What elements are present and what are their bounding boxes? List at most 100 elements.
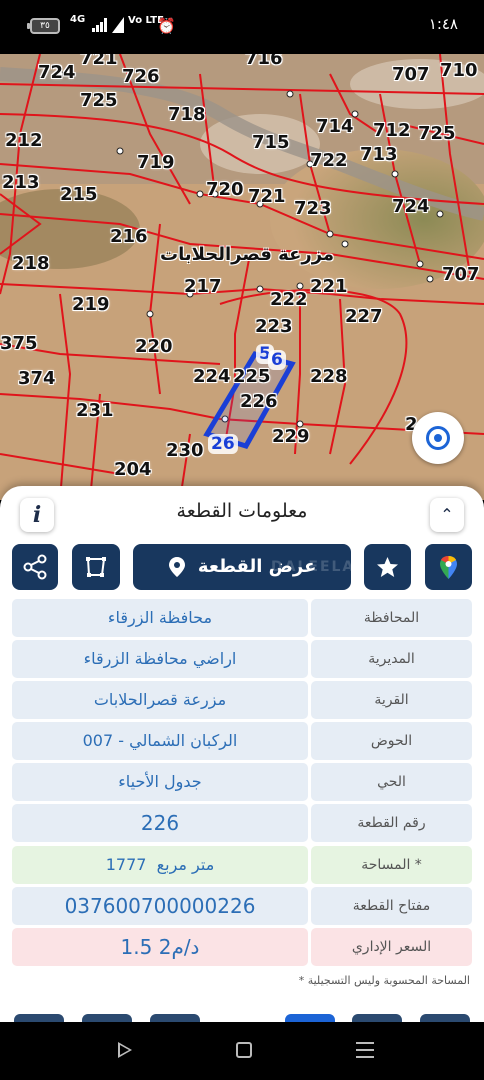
plot-number-label: رقم القطعة <box>311 804 472 843</box>
district-value: جدول الأحياء <box>12 763 308 802</box>
plot-label[interactable]: 716 <box>245 54 283 69</box>
governorate-label: المحافظة <box>311 599 472 637</box>
view-plot-label: عرض القطعة <box>197 556 317 577</box>
area-value: 1777 متر مربع <box>12 845 308 884</box>
row-plot-key: 037600700000226 مفتاح القطعة <box>12 886 472 925</box>
row-governorate: محافظة الزرقاء المحافظة <box>12 599 472 637</box>
row-admin-price: 1.5 د/م2 السعر الإداري <box>12 927 472 966</box>
plot-label[interactable]: 229 <box>272 426 310 447</box>
action-bar: DALEELAQAR عرض القطعة <box>0 544 484 592</box>
highlight-plot-label[interactable]: 26 <box>208 434 238 454</box>
plot-label[interactable]: 725 <box>80 90 118 111</box>
view-plot-button[interactable]: DALEELAQAR عرض القطعة <box>133 544 393 590</box>
locate-icon <box>426 426 450 450</box>
village-label: القرية <box>311 681 472 720</box>
panel-title: معلومات القطعة <box>176 500 308 522</box>
plot-label[interactable]: 723 <box>294 198 332 219</box>
google-maps-icon <box>440 556 457 579</box>
village-value: مزرعة قصرالحلابات <box>12 681 308 720</box>
plot-key-value: 037600700000226 <box>12 886 308 925</box>
plot-label[interactable]: 719 <box>137 152 175 173</box>
plot-label[interactable]: 216 <box>110 226 148 247</box>
status-bar: ٣٥ 4G Vo LTE ⏰ ١:٤٨ <box>0 0 484 54</box>
map-view[interactable]: مزرعة قصرالحلابات 724 721 726 716 707 71… <box>0 54 484 500</box>
plot-label[interactable]: 225 <box>233 366 271 387</box>
plot-label[interactable]: 204 <box>114 459 152 480</box>
basin-label: الحوض <box>311 722 472 761</box>
plot-label[interactable]: 714 <box>316 116 354 137</box>
share-button[interactable] <box>12 544 58 590</box>
battery-icon: ٣٥ <box>27 18 60 34</box>
plot-label[interactable]: 219 <box>72 294 110 315</box>
home-icon[interactable] <box>236 1042 252 1058</box>
map-village-label: مزرعة قصرالحلابات <box>160 244 335 265</box>
row-basin: الركبان الشمالي - 007 الحوض <box>12 722 472 761</box>
plot-label[interactable]: 375 <box>0 333 38 354</box>
plot-label[interactable]: 212 <box>5 130 43 151</box>
plot-label[interactable]: 713 <box>360 144 398 165</box>
plot-label[interactable]: 707 <box>392 64 430 85</box>
locate-button[interactable] <box>412 412 464 464</box>
plot-label[interactable]: 231 <box>76 400 114 421</box>
plot-key-label: مفتاح القطعة <box>311 886 472 925</box>
plot-label[interactable]: 220 <box>135 336 173 357</box>
polygon-icon <box>86 557 106 577</box>
favorite-button[interactable] <box>364 544 411 590</box>
plot-label[interactable]: 221 <box>310 276 348 297</box>
plot-label[interactable]: 724 <box>38 62 76 83</box>
plot-label[interactable]: 707 <box>442 264 480 285</box>
row-plot-number: 226 رقم القطعة <box>12 804 472 843</box>
admin-price-label: السعر الإداري <box>311 927 472 966</box>
plot-label[interactable]: 226 <box>240 391 278 412</box>
plot-label[interactable]: 224 <box>193 366 231 387</box>
network-type: 4G <box>70 14 86 25</box>
area-label: المساحة * <box>311 845 472 884</box>
app-root: ٣٥ 4G Vo LTE ⏰ ١:٤٨ مزرعة قصرالحلابات 72… <box>0 0 484 1080</box>
boundary-button[interactable] <box>72 544 120 590</box>
plot-label[interactable]: 721 <box>248 186 286 207</box>
plot-label[interactable]: 720 <box>206 179 244 200</box>
plot-label[interactable]: 725 <box>418 123 456 144</box>
directorate-label: المديرية <box>311 640 472 679</box>
plot-label[interactable]: 215 <box>60 184 98 205</box>
plot-number-value: 226 <box>12 804 308 843</box>
alarm-icon: ⏰ <box>157 17 176 35</box>
pin-icon <box>168 557 185 577</box>
system-nav-bar <box>0 1022 484 1080</box>
plot-label[interactable]: 712 <box>373 120 411 141</box>
plot-label[interactable]: 223 <box>255 316 293 337</box>
plot-label[interactable]: 228 <box>310 366 348 387</box>
info-table: محافظة الزرقاء المحافظة اراضي محافظة الز… <box>12 599 472 969</box>
plot-label[interactable]: 726 <box>122 66 160 87</box>
recents-icon[interactable] <box>356 1042 374 1058</box>
plot-label[interactable]: 213 <box>2 172 40 193</box>
plot-label[interactable]: 718 <box>168 104 206 125</box>
row-directorate: اراضي محافظة الزرقاء المديرية <box>12 640 472 679</box>
plot-label[interactable]: 724 <box>392 196 430 217</box>
clock: ١:٤٨ <box>428 15 458 33</box>
admin-price-value: 1.5 د/م2 <box>12 927 308 966</box>
bottom-tab-strip <box>0 1000 484 1026</box>
plot-label[interactable]: 217 <box>184 276 222 297</box>
row-area: 1777 متر مربع المساحة * <box>12 845 472 884</box>
row-district: جدول الأحياء الحي <box>12 763 472 802</box>
signal2-icon <box>112 17 124 33</box>
plot-label[interactable]: 722 <box>310 150 348 171</box>
plot-label[interactable]: 227 <box>345 306 383 327</box>
plot-label[interactable]: 715 <box>252 132 290 153</box>
share-icon <box>23 554 47 580</box>
plot-label[interactable]: 230 <box>166 440 204 461</box>
back-icon[interactable] <box>118 1042 132 1058</box>
plot-label[interactable]: 710 <box>440 60 478 81</box>
directorate-value: اراضي محافظة الزرقاء <box>12 640 308 679</box>
plot-label[interactable]: 721 <box>80 54 118 69</box>
plot-label[interactable]: 374 <box>18 368 56 389</box>
row-village: مزرعة قصرالحلابات القرية <box>12 681 472 720</box>
plot-label[interactable]: 218 <box>12 253 50 274</box>
district-label: الحي <box>311 763 472 802</box>
star-icon <box>377 557 398 577</box>
google-maps-button[interactable] <box>425 544 472 590</box>
chevron-up-icon[interactable]: ⌃ <box>430 498 464 532</box>
plot-label[interactable]: 222 <box>270 289 308 310</box>
signal-icon <box>92 18 108 32</box>
